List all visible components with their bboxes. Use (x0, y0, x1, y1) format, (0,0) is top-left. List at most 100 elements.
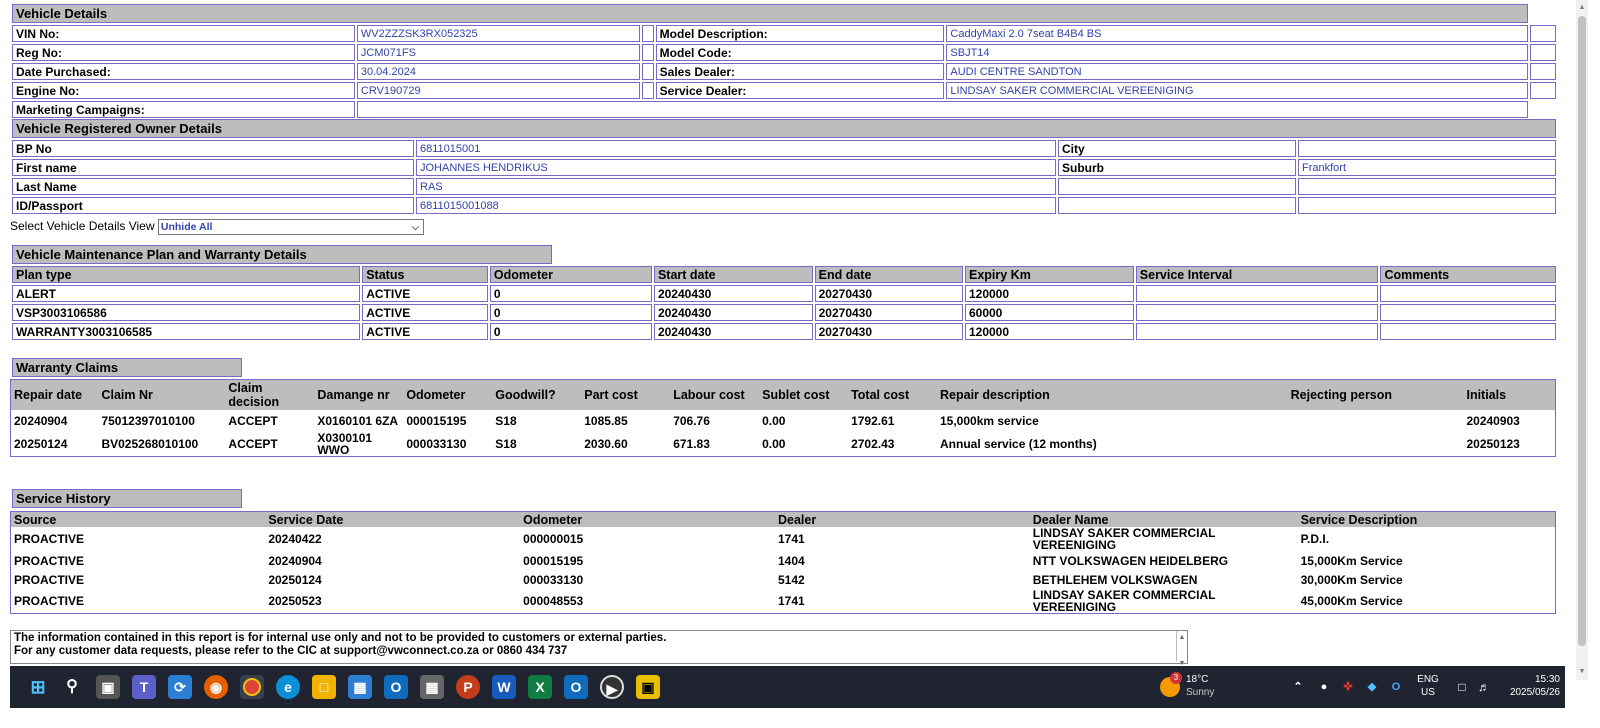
maintenance-cell: 20240430 (653, 304, 813, 321)
last-name-value: RAS (416, 178, 1056, 195)
store-icon[interactable]: ▦ (348, 675, 372, 699)
claim-header: Odometer (403, 379, 493, 410)
history-cell: 30,000Km Service (1300, 572, 1403, 587)
section-title-history: Service History (12, 489, 242, 508)
history-header: Dealer (774, 511, 1030, 527)
file-explorer-icon[interactable]: □ (312, 675, 336, 699)
notice-textarea[interactable]: The information contained in this report… (10, 630, 1188, 667)
history-cell: 000033130 (523, 572, 584, 587)
outlook-icon[interactable]: O (384, 675, 408, 699)
sales-dealer-value: AUDI CENTRE SANDTON (946, 63, 1528, 80)
network-icon[interactable]: □ (1450, 675, 1474, 699)
firefox-icon[interactable]: ◉ (204, 675, 228, 699)
clock-time[interactable]: 15:30 (1500, 674, 1560, 686)
claim-header: Claim decision (225, 379, 315, 410)
model-code-label: Model Code: (655, 44, 945, 61)
claim-cell: 20240903 (1466, 414, 1520, 428)
claim-cell: BV025268010100 (101, 437, 199, 451)
id-passport-label: ID/Passport (12, 197, 414, 214)
claim-cell: S18 (495, 414, 517, 428)
task-view-icon[interactable]: ▣ (96, 675, 120, 699)
maintenance-cell: 0 (489, 304, 652, 321)
page-scrollbar[interactable]: ▲ ▼ (1576, 0, 1588, 680)
section-title-vehicle: Vehicle Details (12, 4, 1528, 23)
claim-cell: 75012397010100 (101, 414, 195, 428)
maintenance-cell: ACTIVE (362, 304, 488, 321)
mic-off-icon[interactable]: ● (1312, 675, 1336, 699)
campaigns-label: Marketing Campaigns: (12, 101, 355, 118)
maintenance-header: Start date (653, 266, 813, 283)
claim-header: Sublet cost (759, 379, 849, 410)
word-icon[interactable]: W (492, 675, 516, 699)
history-cell: 20250523 (268, 594, 322, 608)
maintenance-row: ALERT ACTIVE 0 20240430 20270430 120000 (12, 285, 1556, 302)
outlook-classic-icon[interactable]: O (564, 675, 588, 699)
textarea-resize-handle[interactable]: ▲ ▼ (1176, 631, 1187, 667)
history-cell: BETHLEHEM VOLKSWAGEN (1032, 572, 1198, 587)
bottom-strip (0, 708, 1600, 728)
maintenance-cell: 120000 (964, 323, 1134, 340)
maintenance-cell: WARRANTY3003106585 (12, 323, 361, 340)
scrollbar-thumb[interactable] (1578, 16, 1586, 646)
date-purchased-label: Date Purchased: (12, 63, 355, 80)
first-name-label: First name (12, 159, 414, 176)
maintenance-header: End date (814, 266, 963, 283)
powerpoint-icon[interactable]: P (456, 675, 480, 699)
history-cell: PROACTIVE (14, 532, 85, 546)
claim-header: Rejecting person (1287, 379, 1464, 410)
security-icon[interactable]: ◆ (1360, 675, 1384, 699)
excel-icon[interactable]: X (528, 675, 552, 699)
calculator-icon[interactable]: ▦ (420, 675, 444, 699)
scroll-down-icon[interactable]: ▼ (1576, 666, 1588, 678)
maintenance-row: VSP3003106586 ACTIVE 0 20240430 20270430 6000… (12, 304, 1556, 321)
first-name-value: JOHANNES HENDRIKUS (416, 159, 1056, 176)
claim-cell: X0160101 6ZA (317, 414, 399, 428)
maintenance-header: Comments (1380, 266, 1556, 283)
maintenance-cell: ALERT (12, 285, 361, 302)
pdf-tray-icon[interactable]: ✜ (1336, 675, 1360, 699)
claim-header: Part cost (581, 379, 671, 410)
chrome-icon[interactable] (240, 675, 264, 699)
chevron-up-icon[interactable]: ⌃ (1286, 675, 1310, 699)
search-icon[interactable]: ⚲ (60, 675, 84, 699)
clock-date[interactable]: 2025/05/26 (1500, 687, 1560, 699)
history-header: Source (10, 511, 266, 527)
view-select-dropdown[interactable]: Unhide All ⌵ (157, 219, 424, 235)
section-title-claims: Warranty Claims (12, 358, 242, 377)
media-player-icon[interactable]: ▶ (600, 675, 624, 699)
claim-header: Goodwill? (492, 379, 582, 410)
windows-taskbar: ⊞ ⚲ ▣ T ⟳ ◉ e □ ▦ O ▦ P W X O ▶ ▣ 3 18°C… (10, 666, 1565, 708)
vin-value: WV2ZZZSK3RX052325 (356, 25, 640, 42)
maintenance-cell: 0 (489, 285, 652, 302)
weather-badge: 3 (1170, 672, 1182, 684)
history-cell: 1741 (777, 594, 805, 608)
maintenance-cell (1135, 323, 1379, 340)
history-cell: 1404 (777, 553, 805, 568)
app-icon[interactable]: ⟳ (168, 675, 192, 699)
city-label: City (1058, 140, 1296, 157)
model-desc-label: Model Description: (655, 25, 945, 42)
maintenance-header: Service Interval (1135, 266, 1379, 283)
teams-icon[interactable]: T (132, 675, 156, 699)
claim-cell: 2030.60 (584, 437, 628, 451)
report-page: Vehicle Details VIN No: WV2ZZZSK3RX05232… (10, 0, 1588, 680)
volume-icon[interactable]: ♬ (1472, 675, 1496, 699)
claim-cell: 1792.61 (851, 414, 895, 428)
scroll-up-icon[interactable]: ▲ (1576, 2, 1588, 14)
claim-header: Total cost (848, 379, 937, 410)
claim-cell (1288, 410, 1464, 432)
claim-cell: 706.76 (673, 414, 710, 428)
maintenance-cell (1380, 285, 1556, 302)
outlook-tray-icon[interactable]: O (1384, 675, 1408, 699)
history-cell: P.D.I. (1300, 532, 1330, 546)
car-app-icon[interactable]: ▣ (636, 675, 660, 699)
history-row: PROACTIVE 20250523 000048553 1741 LINDSAY SA… (11, 589, 1556, 614)
language-label[interactable]: ENG (1414, 674, 1442, 686)
claim-cell: 20250123 (1466, 437, 1520, 451)
windows-start-icon[interactable]: ⊞ (26, 675, 50, 699)
edge-icon[interactable]: e (276, 675, 300, 699)
history-cell: PROACTIVE (14, 572, 85, 587)
section-title-maintenance: Vehicle Maintenance Plan and Warranty De… (12, 245, 552, 264)
region-label[interactable]: US (1414, 687, 1442, 699)
history-cell: 20250124 (268, 572, 322, 587)
